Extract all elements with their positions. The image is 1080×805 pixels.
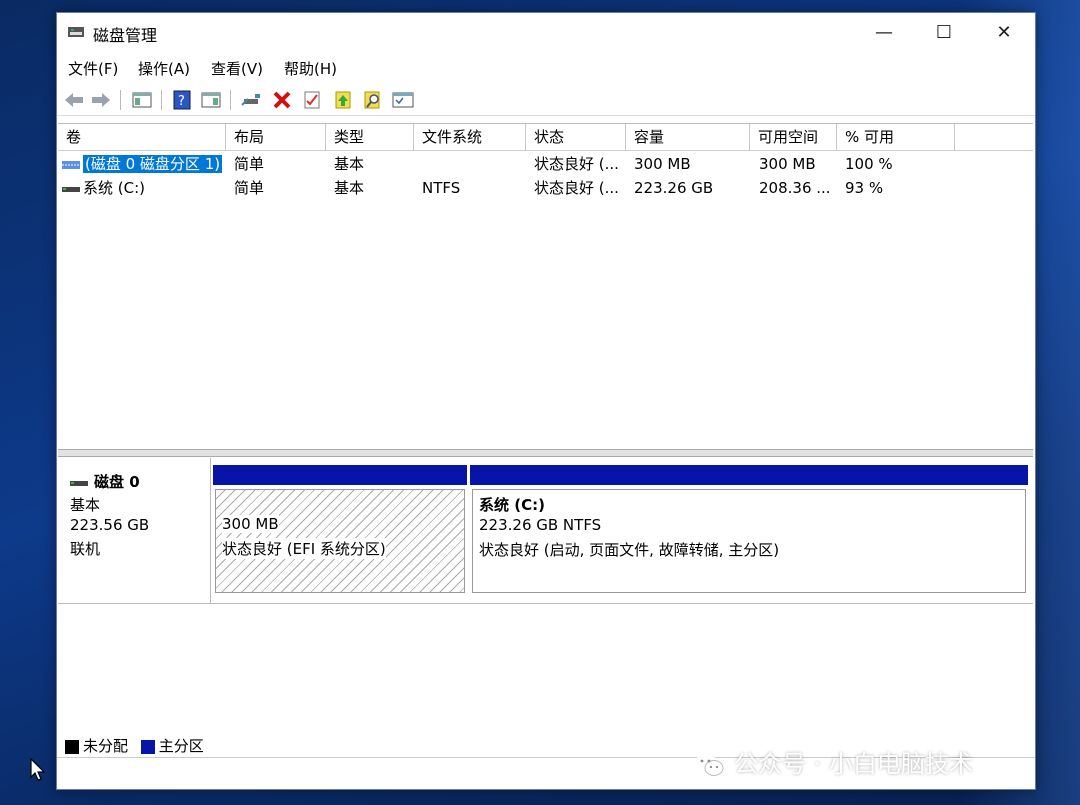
toolbar-separator — [161, 90, 162, 110]
partition-status: 状态良好 (启动, 页面文件, 故障转储, 主分区) — [479, 539, 780, 560]
legend-unallocated: 未分配 — [83, 737, 129, 755]
toolbar-separator — [230, 90, 231, 110]
volume-list: 卷 布局 类型 文件系统 状态 容量 可用空间 % 可用 (磁盘 0 磁盘分区 … — [58, 123, 1033, 450]
free-space-cell: 208.36 ... — [759, 179, 831, 197]
wechat-icon — [695, 754, 724, 776]
capacity-cell: 223.26 GB — [634, 179, 714, 197]
forward-icon[interactable] — [90, 89, 112, 111]
partition-body: 系统 (C:) 223.26 GB NTFS 状态良好 (启动, 页面文件, 故… — [472, 489, 1026, 593]
up-icon[interactable] — [332, 89, 354, 111]
mouse-cursor-icon — [30, 758, 46, 781]
back-icon[interactable] — [63, 89, 85, 111]
maximize-button[interactable]: ☐ — [915, 13, 973, 51]
disk-management-icon — [68, 27, 84, 37]
partition-title: 系统 (C:) — [479, 494, 545, 515]
menu-action[interactable]: 操作(A) — [138, 58, 190, 79]
toolbar: ? — [57, 85, 1035, 116]
column-header-volume[interactable]: 卷 — [58, 124, 226, 150]
volume-cell: (磁盘 0 磁盘分区 1) — [62, 152, 223, 176]
disk-info-panel[interactable]: 磁盘 0 基本 223.56 GB 联机 — [58, 458, 211, 603]
column-header-capacity[interactable]: 容量 — [626, 124, 750, 150]
percent-free-cell: 93 % — [845, 179, 884, 197]
primary-partition-swatch — [140, 739, 155, 754]
layout-cell: 简单 — [234, 155, 265, 173]
console-tree-icon[interactable] — [131, 89, 153, 111]
type-cell: 基本 — [334, 179, 365, 197]
disk-management-window: 磁盘管理 — ☐ ✕ 文件(F) 操作(A) 查看(V) 帮助(H) ? 卷 布… — [56, 12, 1036, 790]
partition-size: 223.26 GB NTFS — [479, 516, 602, 534]
disk-state: 联机 — [70, 540, 101, 558]
watermark-text: 公众号 · 小白电脑技术 — [734, 750, 973, 778]
pane-splitter[interactable] — [58, 449, 1033, 457]
volume-name: (磁盘 0 磁盘分区 1) — [83, 155, 223, 173]
close-button[interactable]: ✕ — [975, 13, 1033, 51]
legend-primary-partition: 主分区 — [158, 737, 204, 755]
list-icon[interactable] — [392, 89, 414, 111]
window-title: 磁盘管理 — [93, 26, 158, 45]
minimize-button[interactable]: — — [855, 13, 913, 51]
column-header-free-space[interactable]: 可用空间 — [750, 124, 837, 150]
status-cell: 状态良好 (... — [534, 179, 619, 197]
svg-text:?: ? — [178, 94, 185, 109]
capacity-cell: 300 MB — [634, 155, 691, 173]
partition-status: 状态良好 (EFI 系统分区) — [222, 538, 386, 559]
percent-free-cell: 100 % — [845, 155, 893, 173]
menu-view[interactable]: 查看(V) — [211, 58, 263, 79]
partition-c[interactable]: 系统 (C:) 223.26 GB NTFS 状态良好 (启动, 页面文件, 故… — [470, 465, 1028, 593]
column-header-filesystem[interactable]: 文件系统 — [414, 124, 526, 150]
volume-cell: 系统 (C:) — [62, 176, 145, 200]
partition-type-bar — [470, 465, 1028, 485]
column-header-status[interactable]: 状态 — [526, 124, 626, 150]
menu-help[interactable]: 帮助(H) — [284, 58, 337, 79]
drive-icon — [70, 480, 88, 486]
drive-icon — [62, 186, 80, 192]
partition-body: 300 MB 状态良好 (EFI 系统分区) — [215, 489, 465, 593]
properties-icon[interactable] — [301, 89, 323, 111]
view-icon[interactable] — [200, 89, 222, 111]
connect-disk-icon[interactable] — [240, 89, 262, 111]
disk-title: 磁盘 0 — [70, 471, 140, 492]
partition-size: 300 MB — [222, 515, 279, 533]
toolbar-separator — [120, 90, 121, 110]
table-header: 卷 布局 类型 文件系统 状态 容量 可用空间 % 可用 — [58, 124, 1033, 151]
watermark: 公众号 · 小白电脑技术 — [694, 744, 973, 779]
table-row[interactable]: 系统 (C:) 简单 基本 NTFS 状态良好 (... 223.26 GB 2… — [58, 176, 1033, 200]
column-header-percent-free[interactable]: % 可用 — [837, 124, 955, 150]
column-header-layout[interactable]: 布局 — [226, 124, 326, 150]
search-icon[interactable] — [362, 89, 384, 111]
volume-name: 系统 (C:) — [83, 179, 145, 197]
partition-type-bar — [213, 465, 467, 485]
help-icon[interactable]: ? — [171, 89, 193, 111]
layout-cell: 简单 — [234, 179, 265, 197]
free-space-cell: 300 MB — [759, 155, 816, 173]
column-header-type[interactable]: 类型 — [326, 124, 414, 150]
legend: 未分配 主分区 — [65, 735, 204, 756]
menu-file[interactable]: 文件(F) — [68, 58, 118, 79]
disk-type: 基本 — [70, 496, 101, 514]
status-cell: 状态良好 (... — [534, 155, 619, 173]
delete-icon[interactable] — [271, 89, 293, 111]
partition-efi[interactable]: 300 MB 状态良好 (EFI 系统分区) — [213, 465, 467, 593]
filesystem-cell: NTFS — [422, 179, 461, 197]
partition-icon — [62, 160, 80, 169]
type-cell: 基本 — [334, 155, 365, 173]
disk-0-row: 磁盘 0 基本 223.56 GB 联机 300 MB 状态良好 (EFI 系统… — [58, 458, 1033, 604]
disk-size: 223.56 GB — [70, 516, 150, 534]
title-bar[interactable]: 磁盘管理 — ☐ ✕ — [57, 13, 1035, 51]
table-row[interactable]: (磁盘 0 磁盘分区 1) 简单 基本 状态良好 (... 300 MB 300… — [58, 152, 1033, 176]
menu-bar: 文件(F) 操作(A) 查看(V) 帮助(H) — [57, 55, 1035, 79]
disk-name: 磁盘 0 — [94, 473, 140, 491]
unallocated-swatch — [65, 739, 79, 754]
